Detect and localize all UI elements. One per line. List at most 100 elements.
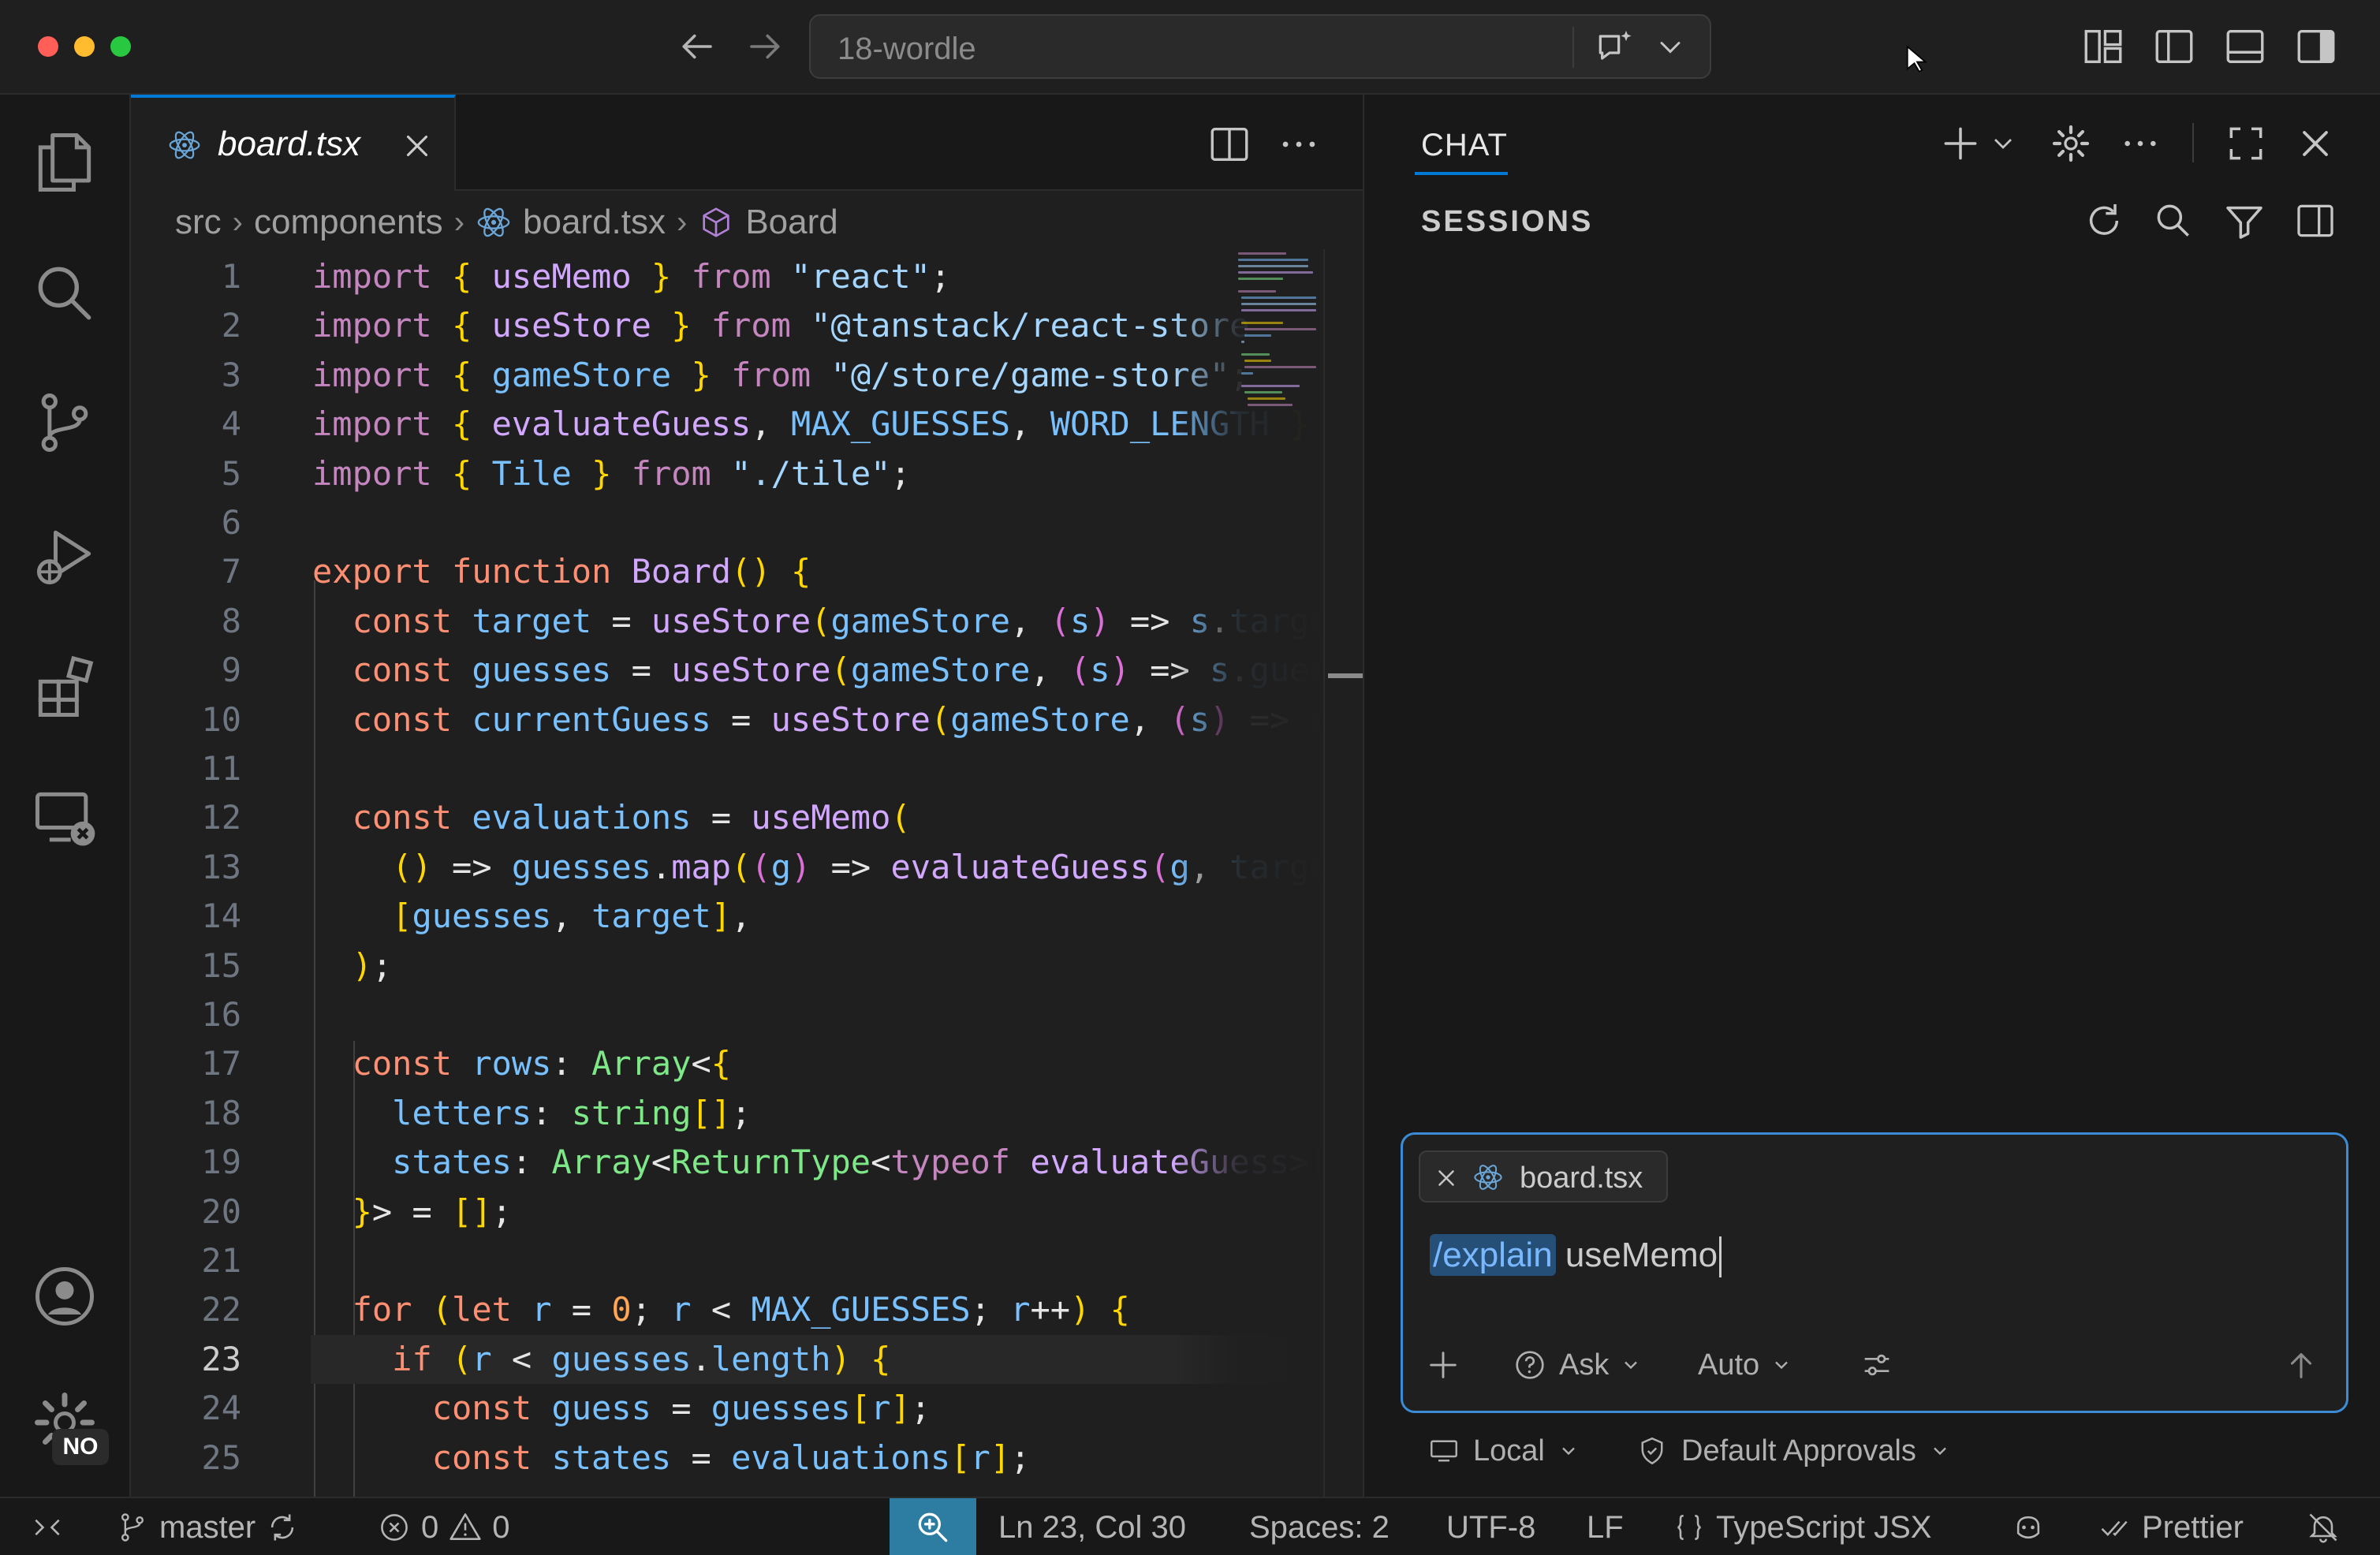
remote-indicator-icon[interactable] (30, 1498, 65, 1555)
breadcrumb-item-symbol[interactable]: Board (745, 203, 837, 242)
code-line[interactable]: 15 ); (131, 942, 1320, 990)
remote-explorer-icon[interactable] (28, 782, 101, 855)
code-line[interactable]: 16 (131, 990, 1320, 1039)
sync-icon[interactable] (265, 1510, 300, 1545)
notifications-bell-icon[interactable] (2306, 1498, 2341, 1555)
code-line[interactable]: 22 for (let r = 0; r < MAX_GUESSES; r++)… (131, 1285, 1320, 1334)
minimap-line (1238, 259, 1309, 261)
maximize-icon[interactable] (2224, 121, 2268, 166)
close-icon[interactable] (2293, 121, 2337, 166)
minimap[interactable] (1235, 249, 1322, 454)
chevron-down-icon[interactable] (1653, 25, 1688, 69)
formatter-status[interactable]: Prettier (2098, 1498, 2244, 1555)
code-line[interactable]: 9 const guesses = useStore(gameStore, (s… (131, 646, 1320, 695)
refresh-icon[interactable] (2082, 199, 2126, 243)
chat-input-box[interactable]: board.tsx /explain useMemo Ask Auto (1401, 1132, 2348, 1413)
line-number: 13 (201, 847, 241, 886)
approvals-picker[interactable]: Default Approvals (1636, 1427, 1951, 1475)
code-line[interactable]: 13 () => guesses.map((g) => evaluateGues… (131, 843, 1320, 892)
tools-settings-sliders-icon[interactable] (1859, 1341, 1895, 1389)
forward-arrow-icon[interactable] (744, 25, 787, 68)
encoding-status[interactable]: UTF-8 (1446, 1498, 1535, 1555)
chat-sparkle-icon[interactable] (1593, 25, 1637, 69)
zoom-indicator[interactable] (890, 1498, 976, 1555)
chat-prompt-input[interactable]: /explain useMemo (1430, 1234, 1722, 1278)
code-line[interactable]: 19 states: Array<ReturnType<typeof evalu… (131, 1138, 1320, 1187)
code-line[interactable]: 3 import { gameStore } from "@/store/game… (131, 351, 1320, 400)
minimize-window-button[interactable] (74, 36, 95, 57)
remove-attachment-close-icon[interactable] (1433, 1165, 1460, 1191)
status-bar: master 0 0 Ln 23, Col 30 Spaces: 2 UTF-8… (0, 1497, 2380, 1555)
customize-layout-icon[interactable] (2080, 24, 2126, 69)
code-line[interactable]: 23 if (r < guesses.length) { (131, 1334, 1320, 1384)
code-line[interactable]: 24 const guess = guesses[r]; (131, 1384, 1320, 1433)
maximize-window-button[interactable] (110, 36, 131, 57)
chevron-down-icon (1934, 1447, 1946, 1456)
toggle-secondary-sidebar-icon[interactable] (2293, 24, 2339, 69)
account-icon[interactable] (28, 1260, 101, 1333)
code-line[interactable]: 4 import { evaluateGuess, MAX_GUESSES, WO… (131, 400, 1320, 449)
explorer-files-icon[interactable] (28, 126, 101, 199)
double-check-icon (2101, 1520, 2128, 1537)
close-icon[interactable] (399, 128, 435, 164)
code-line[interactable]: 5 import { Tile } from "./tile"; (131, 449, 1320, 498)
code-line[interactable]: 1 import { useMemo } from "react"; (131, 252, 1320, 301)
more-actions-icon[interactable] (2118, 121, 2162, 166)
language-mode-status[interactable]: TypeScript JSX (1672, 1498, 1931, 1555)
split-editor-icon[interactable] (1207, 121, 1252, 167)
editor-scrollbar[interactable] (1323, 249, 1363, 1497)
chat-settings-gear-icon[interactable] (2049, 121, 2093, 166)
new-chat-plus-icon[interactable] (1938, 121, 1983, 166)
send-arrow-up-icon[interactable] (2283, 1341, 2319, 1389)
breadcrumb-item-src[interactable]: src (175, 203, 222, 242)
code-line[interactable]: 11 (131, 744, 1320, 793)
indentation-status[interactable]: Spaces: 2 (1249, 1498, 1390, 1555)
code-text: const states = evaluations[r]; (431, 1438, 1031, 1477)
extensions-icon[interactable] (28, 651, 101, 724)
git-branch-status[interactable]: master (115, 1498, 300, 1555)
search-icon[interactable] (2151, 199, 2195, 243)
toggle-sidebar-icon[interactable] (2293, 199, 2337, 243)
tab-chat[interactable]: CHAT (1421, 128, 1508, 163)
code-line[interactable]: 2 import { useStore } from "@tanstack/rea… (131, 301, 1320, 350)
code-line[interactable]: 10 const currentGuess = useStore(gameSto… (131, 695, 1320, 744)
add-context-plus-icon[interactable] (1425, 1341, 1461, 1389)
code-line[interactable]: 6 (131, 498, 1320, 547)
code-line[interactable]: 12 const evaluations = useMemo( (131, 793, 1320, 842)
command-center[interactable]: 18-wordle (809, 14, 1711, 79)
code-line[interactable]: 7 export function Board() { (131, 547, 1320, 596)
filter-icon[interactable] (2222, 199, 2266, 243)
close-window-button[interactable] (38, 36, 58, 57)
code-line[interactable]: 25 const states = evaluations[r]; (131, 1434, 1320, 1482)
copilot-icon[interactable] (2011, 1498, 2046, 1555)
more-actions-icon[interactable] (1276, 121, 1322, 167)
minimap-line (1241, 385, 1300, 387)
problems-status[interactable]: 0 0 (377, 1498, 510, 1555)
eol-status[interactable]: LF (1587, 1498, 1624, 1555)
run-and-debug-icon[interactable] (28, 520, 101, 593)
toggle-primary-sidebar-icon[interactable] (2151, 24, 2197, 69)
breadcrumb: src › components › board.tsx › Board (175, 197, 838, 248)
back-arrow-icon[interactable] (675, 25, 718, 68)
code-line[interactable]: 17 const rows: Array<{ (131, 1039, 1320, 1088)
code-line[interactable]: 21 (131, 1236, 1320, 1285)
code-line[interactable]: 20 }> = []; (131, 1188, 1320, 1236)
breadcrumb-item-components[interactable]: components (254, 203, 443, 242)
search-icon[interactable] (28, 257, 101, 330)
minimap-line (1238, 252, 1286, 255)
breadcrumb-item-file[interactable]: board.tsx (523, 203, 666, 242)
mode-picker[interactable]: Ask (1512, 1341, 1642, 1389)
session-location-picker[interactable]: Local (1427, 1427, 1580, 1475)
code-text: if (r < guesses.length) { (392, 1339, 891, 1378)
code-line[interactable]: 14 [guesses, target], (131, 892, 1320, 941)
tab-board-tsx[interactable]: board.tsx (131, 95, 456, 191)
code-line[interactable]: 18 letters: string[]; (131, 1089, 1320, 1138)
chevron-down-icon[interactable] (1987, 128, 2019, 159)
context-attachment-chip[interactable]: board.tsx (1419, 1150, 1668, 1203)
model-picker[interactable]: Auto (1698, 1341, 1792, 1389)
source-control-icon[interactable] (28, 386, 101, 459)
cursor-position[interactable]: Ln 23, Col 30 (998, 1498, 1186, 1555)
toggle-panel-icon[interactable] (2222, 24, 2268, 69)
code-editor[interactable]: 1 import { useMemo } from "react"; 2 import… (131, 249, 1320, 1497)
code-line[interactable]: 8 const target = useStore(gameStore, (s)… (131, 597, 1320, 646)
